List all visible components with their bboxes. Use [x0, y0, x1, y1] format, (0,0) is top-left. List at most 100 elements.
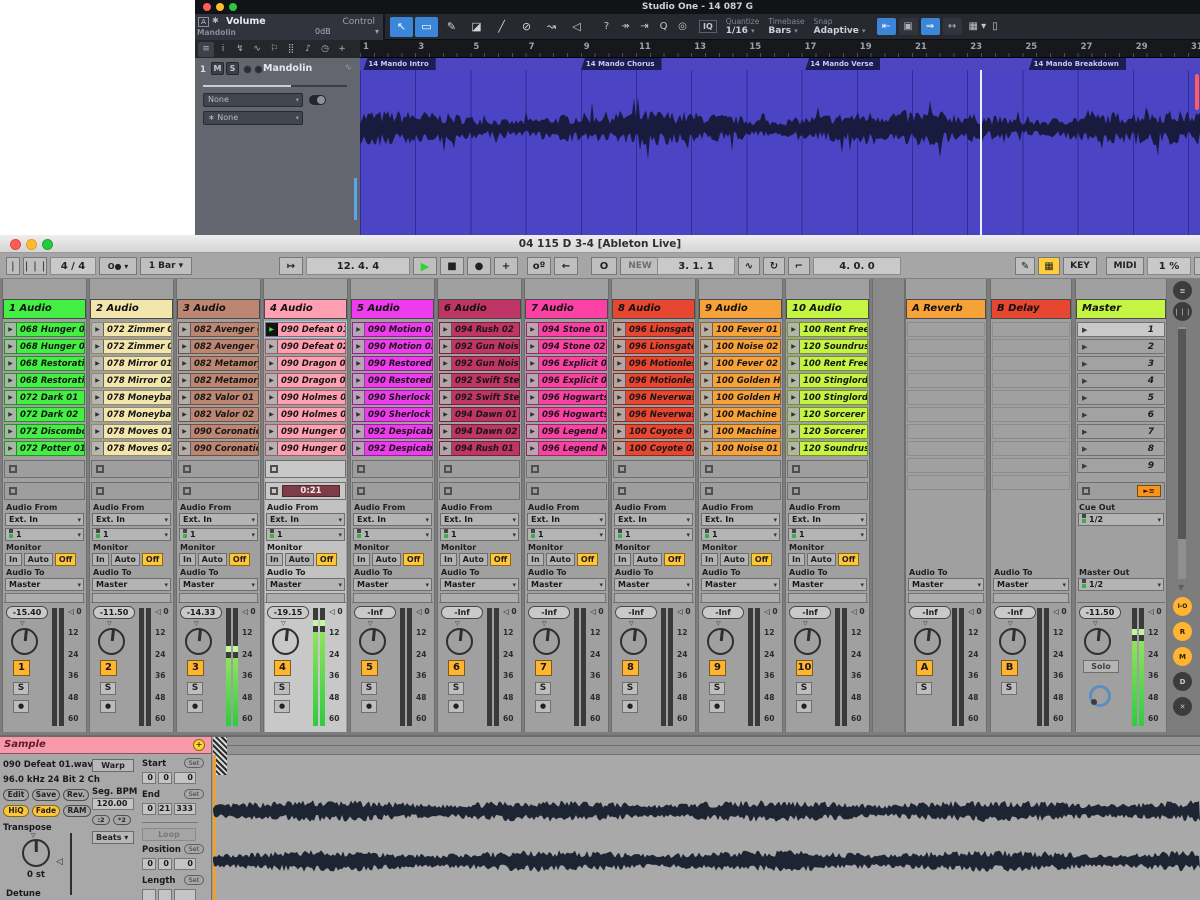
track-header[interactable]: 2 Audio [90, 299, 173, 319]
clip-play-icon[interactable]: ▶ [701, 357, 713, 370]
dropdown[interactable]: 1/2 [1078, 513, 1164, 526]
grid-icon[interactable]: ⣿ [283, 42, 299, 57]
clip-slot[interactable]: ▶090 Hunger 01 [265, 424, 346, 439]
clip-slot[interactable]: ▶100 Machine 01 [700, 407, 781, 422]
clip-slot[interactable]: ▶090 Dragon 02 [265, 373, 346, 388]
dropdown[interactable]: Ext. In [353, 513, 432, 526]
seg-bpm-value[interactable]: 120.00 [92, 798, 134, 810]
clip-play-icon[interactable]: ▶ [179, 323, 191, 336]
pan-knob[interactable] [98, 628, 125, 655]
clip-play-icon[interactable]: ▶ [788, 357, 800, 370]
scene-slot[interactable]: ▶4 [1077, 373, 1165, 388]
clip-play-icon[interactable]: ▶ [92, 323, 104, 336]
solo-button[interactable]: S [448, 682, 464, 695]
monitor-in-button[interactable]: In [614, 553, 631, 566]
clip-stop-slot[interactable] [91, 460, 172, 478]
start-bars[interactable]: 0 [142, 772, 156, 784]
arm-button[interactable]: ● [448, 700, 464, 713]
track-activator-button[interactable]: 7 [535, 660, 552, 676]
clip-slot[interactable]: ▶092 Swift Step 0 [439, 373, 520, 388]
arrow-tool[interactable]: ↖ [390, 17, 413, 37]
snap-group[interactable]: Snap Adaptive ▾ [814, 17, 866, 36]
pan-knob[interactable] [11, 628, 38, 655]
monitor-in-button[interactable]: In [701, 553, 718, 566]
volume-display[interactable]: -14.33 [180, 606, 222, 619]
clip-slot[interactable]: ▶082 Valor 02 [178, 407, 259, 422]
clip-play-icon[interactable]: ▶ [353, 340, 365, 353]
inspector-icon[interactable]: i [215, 42, 231, 57]
clip-stop-slot[interactable] [613, 460, 694, 478]
monitor-off-button[interactable]: Off [55, 553, 76, 566]
clip-play-icon[interactable]: ▶ [440, 340, 452, 353]
clip-slot[interactable]: ▶100 Stinglord 01 [787, 373, 868, 388]
track-header[interactable]: 7 Audio [525, 299, 608, 319]
scene-play-icon[interactable]: ▶ [1082, 343, 1087, 351]
position-sixteenths[interactable]: 0 [174, 858, 196, 870]
clip-play-icon[interactable]: ▶ [701, 408, 713, 421]
solo-button[interactable]: S [226, 62, 239, 75]
dropdown[interactable]: Ext. In [179, 513, 258, 526]
minimize-icon[interactable] [216, 3, 224, 11]
pan-knob[interactable] [446, 628, 473, 655]
scene-play-icon[interactable]: ▶ [1082, 462, 1087, 470]
clip-slot[interactable]: ▶094 Rush 02 [439, 322, 520, 337]
follow-button[interactable]: ↦ [279, 257, 303, 275]
record-arm-button[interactable] [243, 65, 252, 74]
sample-box-header[interactable]: Sample + [0, 737, 211, 754]
monitor-auto-button[interactable]: Auto [111, 553, 140, 566]
scene-slot[interactable]: ▶6 [1077, 407, 1165, 422]
fade-toggle[interactable]: Fade [32, 805, 60, 817]
monitor-in-button[interactable]: In [440, 553, 457, 566]
dropdown[interactable]: 1 [440, 528, 519, 541]
clip-play-icon[interactable]: ▶ [5, 374, 17, 387]
arm-button[interactable]: ● [622, 700, 638, 713]
computer-midi-keyboard-button[interactable]: ▦ [1038, 257, 1060, 275]
loop-button[interactable]: ↻ [763, 257, 785, 275]
position-bars[interactable]: 0 [142, 858, 156, 870]
clip-play-icon[interactable]: ▶ [788, 374, 800, 387]
stop-all-clips-slot[interactable]: ►≡ [1077, 482, 1165, 500]
session-record-button[interactable]: O [591, 257, 617, 275]
dropdown[interactable]: Ext. In [266, 513, 345, 526]
stop-all-clips-button[interactable]: ►≡ [1137, 485, 1161, 497]
clip-slot[interactable]: ▶096 Legend Man [526, 441, 607, 456]
clip-slot[interactable]: ▶072 Zimmer 02 [91, 339, 172, 354]
clip-play-icon[interactable]: ▶ [701, 323, 713, 336]
end-bars[interactable]: 0 [142, 803, 156, 815]
arrangement-marker[interactable]: 14 Mando Breakdown [1029, 58, 1126, 70]
scene-slot[interactable]: ▶3 [1077, 356, 1165, 371]
monitor-in-button[interactable]: In [92, 553, 109, 566]
track-header[interactable]: 4 Audio [264, 299, 347, 319]
clip-play-icon[interactable]: ▶ [440, 425, 452, 438]
clip-play-icon[interactable]: ▶ [92, 340, 104, 353]
clip-slot[interactable]: ▶096 Hogwarts 01 [526, 390, 607, 405]
add-icon[interactable]: + [334, 42, 350, 57]
automation-param-dropdown-2[interactable]: ∗ None▾ [203, 111, 303, 125]
volume-display[interactable]: -15.40 [6, 606, 48, 619]
clip-stop-slot[interactable] [178, 460, 259, 478]
volume-display[interactable]: -19.15 [267, 606, 309, 619]
clip-slot[interactable]: ▶072 Dark 02 [4, 407, 85, 422]
warp-mode-dropdown[interactable]: Beats ▾ [92, 831, 134, 844]
clip-play-icon[interactable]: ▶ [527, 425, 539, 438]
arrangement-marker[interactable]: 14 Mando Intro [363, 58, 435, 70]
session-scrollbar[interactable] [1178, 327, 1186, 579]
overdub-button[interactable]: + [494, 257, 518, 275]
expand-icon[interactable]: ↔ [943, 18, 962, 35]
clip-play-icon[interactable]: ▶ [353, 425, 365, 438]
clip-slot[interactable]: ▶082 Avenger 01 [178, 322, 259, 337]
clip-slot[interactable]: ▶068 Restoration [4, 356, 85, 371]
clip-play-icon[interactable]: ▶ [5, 340, 17, 353]
volume-display[interactable]: -Inf [994, 606, 1036, 619]
dropdown[interactable]: 1 [614, 528, 693, 541]
draw-mode-button[interactable]: ✎ [1015, 257, 1035, 275]
clip-slot[interactable]: ▶100 Golden Hall [700, 373, 781, 388]
clip-play-icon[interactable]: ▶ [353, 442, 365, 455]
arm-button[interactable]: ● [187, 700, 203, 713]
pan-knob[interactable] [533, 628, 560, 655]
arm-button[interactable]: ● [796, 700, 812, 713]
clip-stop-slot[interactable] [526, 482, 607, 500]
autofill-icon[interactable]: ⇤ [877, 18, 896, 35]
clip-slot[interactable]: ▶092 Despicable [352, 424, 433, 439]
playhead[interactable] [980, 70, 982, 235]
